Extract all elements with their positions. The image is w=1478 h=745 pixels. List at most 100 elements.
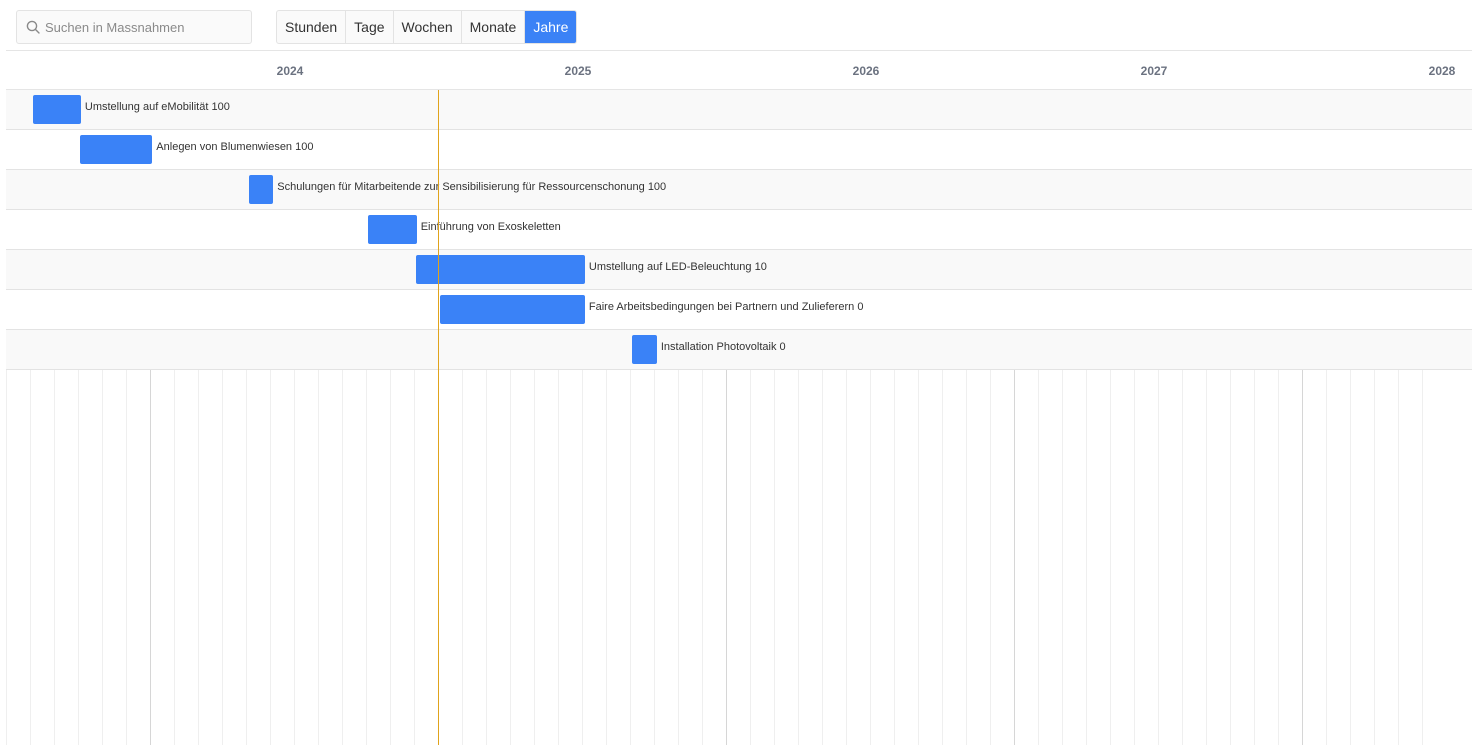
year-label: 2028 [1428, 64, 1456, 78]
month-grid-line [54, 370, 55, 745]
month-grid-line [1278, 370, 1279, 745]
task-progress: 0 [779, 341, 786, 353]
month-grid-line [222, 370, 223, 745]
month-grid-line [486, 370, 487, 745]
task-name: Installation Photovoltaik [660, 341, 777, 353]
task-bar[interactable] [248, 175, 274, 204]
month-grid-line [126, 370, 127, 745]
task-bar[interactable] [440, 295, 585, 324]
month-grid-line [822, 370, 823, 745]
month-grid-line [990, 370, 991, 745]
task-progress: 100 [295, 141, 314, 153]
year-grid-line [1302, 370, 1303, 745]
month-grid-line [870, 370, 871, 745]
task-bar[interactable] [632, 335, 657, 364]
month-grid-line [702, 370, 703, 745]
task-label: Installation Photovoltaik 0 [661, 341, 786, 353]
search-input[interactable] [45, 11, 245, 43]
year-label: 2026 [852, 64, 880, 78]
month-grid-line [966, 370, 967, 745]
task-row: Installation Photovoltaik 0 [6, 330, 1472, 370]
month-grid-line [246, 370, 247, 745]
month-grid-line [30, 370, 31, 745]
month-grid-line [462, 370, 463, 745]
task-progress: 10 [754, 261, 767, 273]
task-bar[interactable] [33, 95, 81, 124]
month-grid-line [1374, 370, 1375, 745]
task-name: Faire Arbeitsbedingungen bei Partnern un… [588, 301, 855, 313]
task-row: Umstellung auf LED-Beleuchtung 10 [6, 250, 1472, 290]
year-grid-line [1014, 370, 1015, 745]
task-row: Faire Arbeitsbedingungen bei Partnern un… [6, 290, 1472, 330]
month-grid-line [1158, 370, 1159, 745]
month-grid-line [510, 370, 511, 745]
task-label: Schulungen für Mitarbeitende zur Sensibi… [277, 181, 666, 193]
year-label: 2024 [276, 64, 304, 78]
task-label: Einführung von Exoskeletten [421, 221, 561, 233]
month-grid-line [102, 370, 103, 745]
year-label: 2027 [1140, 64, 1168, 78]
task-name: Einführung von Exoskeletten [420, 221, 561, 233]
gantt-grid: Umstellung auf eMobilität 100 Anlegen von… [6, 90, 1472, 745]
month-grid-line [270, 370, 271, 745]
month-grid-line [654, 370, 655, 745]
task-bar[interactable] [367, 215, 417, 244]
task-label: Umstellung auf eMobilität 100 [85, 101, 230, 113]
task-name: Schulungen für Mitarbeitende zur Sensibi… [277, 181, 645, 193]
month-grid-line [1110, 370, 1111, 745]
task-progress: 100 [647, 181, 667, 193]
search-box [16, 10, 252, 44]
month-grid-line [894, 370, 895, 745]
task-progress: 100 [211, 101, 230, 113]
month-grid-line [534, 370, 535, 745]
month-grid-line [1038, 370, 1039, 745]
task-name: Anlegen von Blumenwiesen [156, 141, 293, 153]
month-grid-line [1422, 370, 1423, 745]
year-label: 2025 [564, 64, 592, 78]
month-grid-line [942, 370, 943, 745]
month-grid-line [342, 370, 343, 745]
task-progress: 0 [857, 301, 864, 313]
month-grid-line [774, 370, 775, 745]
month-grid-line [414, 370, 415, 745]
year-grid-line [726, 370, 727, 745]
year-grid-line [150, 370, 151, 745]
view-button-jahre[interactable]: Jahre [525, 11, 577, 43]
month-grid-line [78, 370, 79, 745]
month-grid-line [6, 370, 7, 745]
month-grid-line [174, 370, 175, 745]
month-grid-line [366, 370, 367, 745]
task-bar[interactable] [80, 135, 153, 164]
task-bar[interactable] [415, 255, 585, 284]
view-button-stunden[interactable]: Stunden [277, 11, 347, 43]
today-marker [438, 90, 439, 745]
task-label: Umstellung auf LED-Beleuchtung 10 [589, 261, 767, 273]
month-grid-line [318, 370, 319, 745]
month-grid-line [798, 370, 799, 745]
month-grid-line [1398, 370, 1399, 745]
month-grid-line [1350, 370, 1351, 745]
task-row: Schulungen für Mitarbeitende zur Sensibi… [6, 170, 1472, 210]
gantt-chart: 2024 2025 2026 2027 2028 Umstellung auf eMob… [6, 50, 1472, 745]
task-name: Umstellung auf eMobilität [84, 101, 209, 113]
view-button-monate[interactable]: Monate [462, 11, 526, 43]
view-mode-switch: Stunden Tage Wochen Monate Jahre [276, 10, 578, 44]
search-icon [26, 20, 40, 34]
task-label: Faire Arbeitsbedingungen bei Partnern un… [589, 301, 864, 313]
timeline-header: 2024 2025 2026 2027 2028 [6, 50, 1472, 90]
month-grid-line [918, 370, 919, 745]
task-row: Einführung von Exoskeletten [6, 210, 1472, 250]
month-grid-line [1086, 370, 1087, 745]
month-grid-line [606, 370, 607, 745]
month-grid-line [630, 370, 631, 745]
task-row: Umstellung auf eMobilität 100 [6, 90, 1472, 130]
month-grid-line [1230, 370, 1231, 745]
task-label: Anlegen von Blumenwiesen 100 [156, 141, 313, 153]
month-grid-line [750, 370, 751, 745]
task-row: Anlegen von Blumenwiesen 100 [6, 130, 1472, 170]
view-button-tage[interactable]: Tage [346, 11, 394, 43]
view-button-wochen[interactable]: Wochen [394, 11, 462, 43]
toolbar: StundenTageWochenMonateJahre [0, 0, 1478, 50]
month-grid-line [1326, 370, 1327, 745]
month-grid-line [1206, 370, 1207, 745]
